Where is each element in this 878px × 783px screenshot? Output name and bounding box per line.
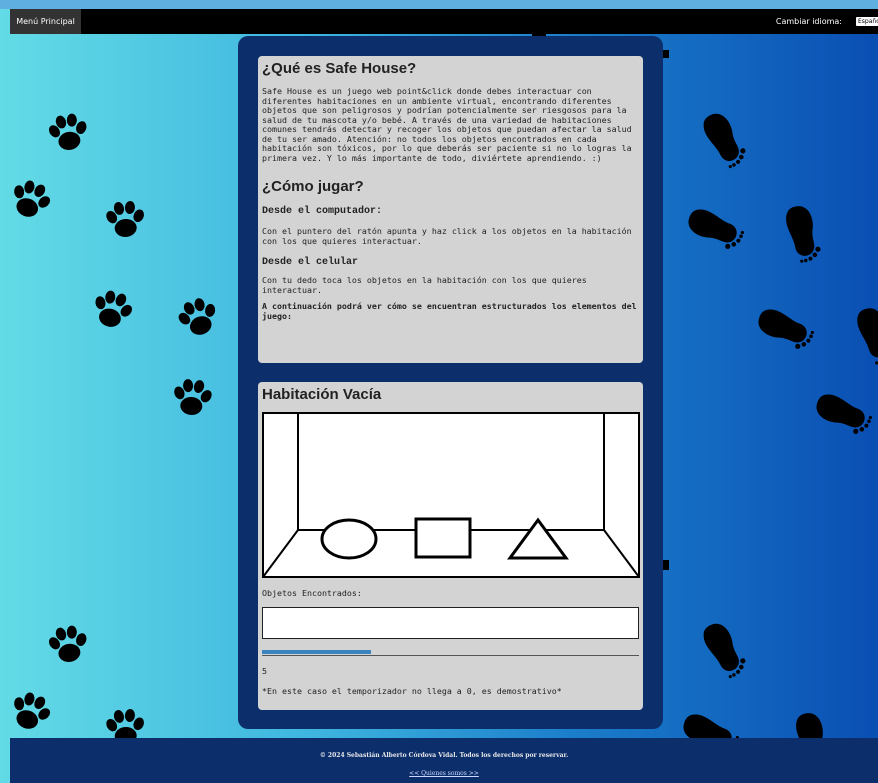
paw-print-icon bbox=[5, 174, 57, 224]
about-description: Safe House es un juego web point&click d… bbox=[262, 86, 632, 163]
timer-bar-fill bbox=[262, 650, 372, 654]
background-shape bbox=[663, 560, 669, 570]
baby-footprint-icon bbox=[811, 390, 875, 438]
paw-print-icon bbox=[44, 622, 93, 666]
found-objects-box bbox=[262, 607, 639, 639]
timer-bar bbox=[262, 650, 639, 656]
paw-print-icon bbox=[172, 292, 224, 341]
desktop-instructions: Con el puntero del ratón apunta y haz cl… bbox=[262, 226, 632, 246]
paw-print-icon bbox=[88, 286, 138, 332]
about-title: ¿Qué es Safe House? bbox=[262, 60, 417, 77]
timer-value: 5 bbox=[262, 666, 267, 676]
baby-footprint-icon bbox=[699, 618, 750, 682]
room-scene[interactable] bbox=[262, 412, 640, 578]
paw-print-icon bbox=[103, 198, 148, 239]
baby-footprint-icon bbox=[854, 304, 878, 367]
about-us-link[interactable]: << Quienes somos >> bbox=[10, 770, 878, 777]
info-card: ¿Qué es Safe House? Safe House es un jue… bbox=[258, 56, 643, 363]
language-select[interactable]: Español bbox=[856, 17, 878, 26]
baby-footprint-icon bbox=[753, 305, 817, 353]
paw-print-icon bbox=[170, 377, 216, 417]
room-title: Habitación Vacía bbox=[262, 386, 382, 403]
main-menu-button[interactable]: Menú Principal bbox=[10, 9, 81, 34]
paw-print-icon bbox=[44, 110, 93, 154]
square-object bbox=[414, 517, 472, 559]
top-strip bbox=[0, 0, 878, 9]
content-panel: ¿Qué es Safe House? Safe House es un jue… bbox=[238, 36, 663, 729]
background-shape bbox=[663, 50, 669, 58]
mobile-instructions: Con tu dedo toca los objetos en la habit… bbox=[262, 275, 587, 295]
howto-title: ¿Cómo jugar? bbox=[262, 178, 364, 195]
circle-object bbox=[320, 518, 378, 560]
top-navbar: Menú Principal Cambiar idioma: Español bbox=[10, 9, 878, 34]
baby-footprint-icon bbox=[699, 108, 750, 172]
found-objects-label: Objetos Encontrados: bbox=[262, 588, 362, 598]
footer: © 2024 Sebastián Alberto Córdova Vidal. … bbox=[10, 738, 878, 783]
desktop-heading: Desde el computador: bbox=[262, 206, 383, 217]
paw-print-icon bbox=[5, 686, 57, 736]
baby-footprint-icon bbox=[783, 203, 823, 265]
mobile-heading: Desde el celular bbox=[262, 257, 359, 268]
language-label: Cambiar idioma: bbox=[775, 17, 842, 26]
structure-note: A continuación podrá ver cómo se encuent… bbox=[262, 301, 637, 321]
timer-note: *En este caso el temporizador no llega a… bbox=[262, 686, 562, 696]
copyright-text: © 2024 Sebastián Alberto Córdova Vidal. … bbox=[319, 752, 569, 759]
baby-footprint-icon bbox=[683, 205, 747, 253]
room-card: Habitación Vacía Objetos Encontrados: 5 … bbox=[258, 382, 643, 710]
